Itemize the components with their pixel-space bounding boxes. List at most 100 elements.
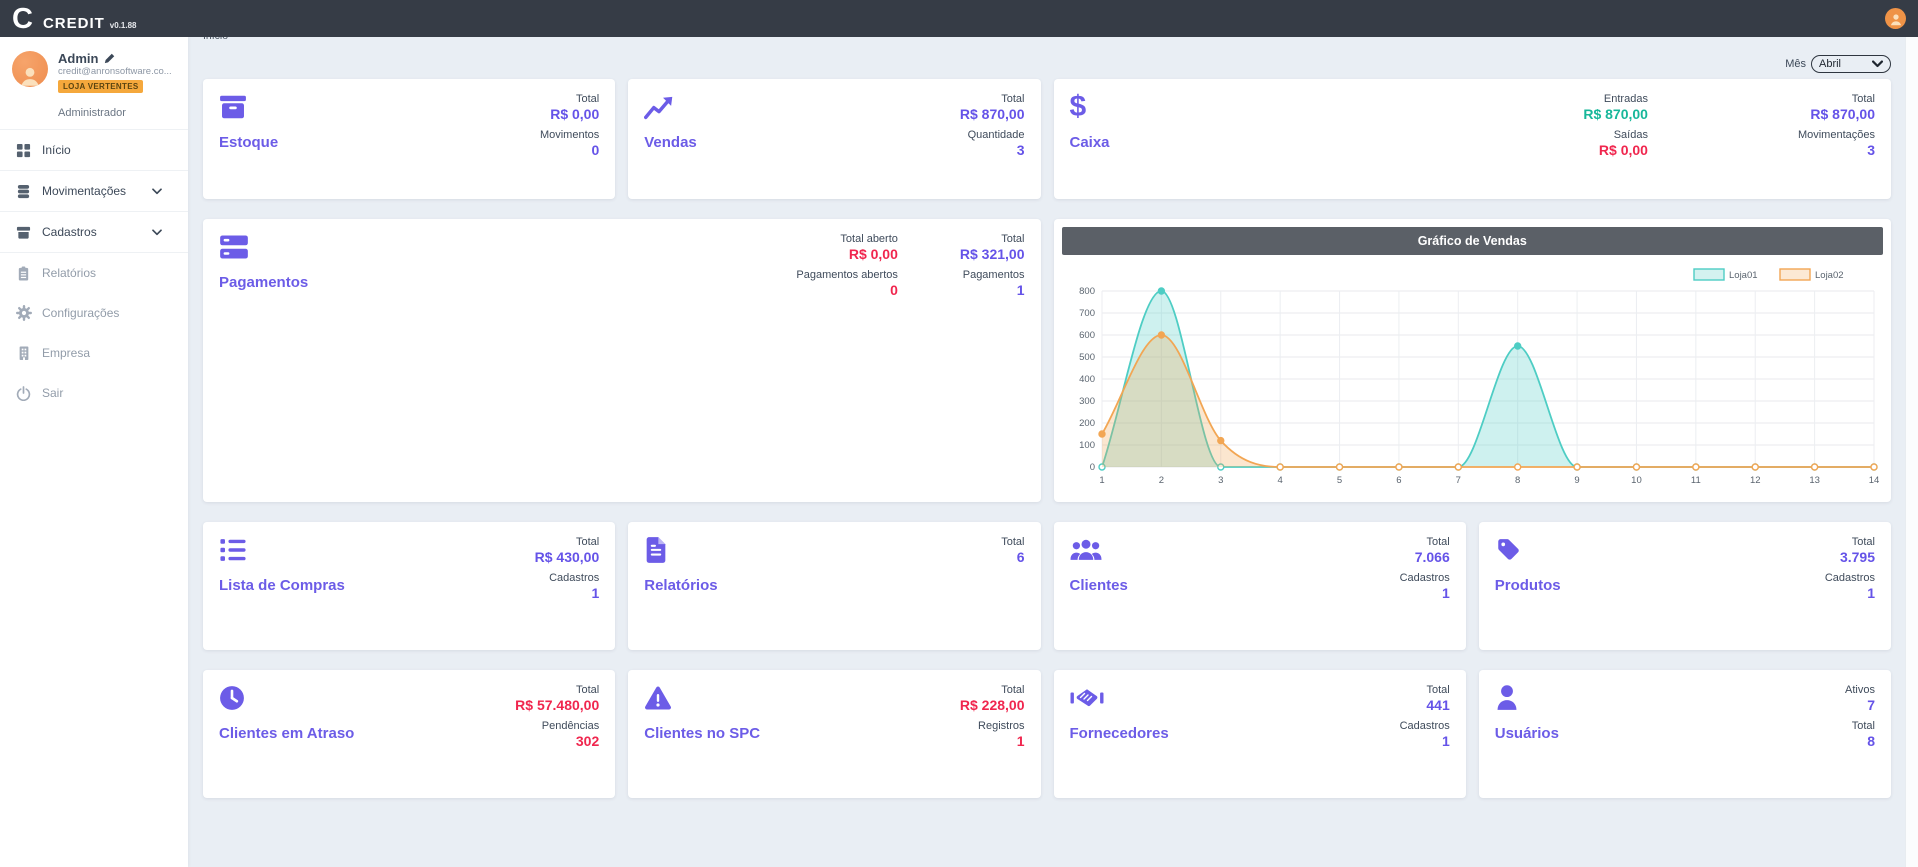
card-clientes[interactable]: Clientes Total 7.066 Cadastros 1 — [1054, 522, 1466, 650]
svg-text:0: 0 — [1089, 462, 1094, 473]
card-pagamentos[interactable]: Pagamentos Total aberto R$ 0,00 Pagament… — [203, 219, 1041, 502]
stat: Quantidade 3 — [960, 129, 1025, 158]
stat-value: 441 — [1400, 697, 1450, 713]
month-select-value: Abril — [1819, 58, 1841, 70]
stat-value: 302 — [515, 733, 599, 749]
store-badge: LOJA VERTENTES — [58, 80, 143, 93]
stat: Total R$ 57.480,00 — [515, 684, 599, 713]
stat: Total R$ 870,00 — [960, 93, 1025, 122]
card-usuarios[interactable]: Usuários Ativos 7 Total 8 — [1479, 670, 1891, 798]
card-produtos[interactable]: Produtos Total 3.795 Cadastros 1 — [1479, 522, 1891, 650]
stat-label: Total — [960, 684, 1025, 696]
card-relatorios[interactable]: Relatórios Total 6 — [628, 522, 1040, 650]
stat: Total R$ 870,00 — [1798, 93, 1875, 122]
card-grafico-vendas: Gráfico de Vendas 0100200300400500600700… — [1054, 219, 1892, 502]
month-filter-row: Mês Abril — [203, 55, 1891, 73]
svg-text:4: 4 — [1277, 475, 1282, 486]
stat-value: 3.795 — [1825, 549, 1875, 565]
brand-name: CREDIT — [43, 15, 105, 32]
card-caixa[interactable]: $ Caixa Entradas R$ 870,00 Saídas R$ 0,0… — [1054, 79, 1892, 199]
stat-label: Ativos — [1845, 684, 1875, 696]
stat-label: Saídas — [1583, 129, 1648, 141]
stat: Total 7.066 — [1400, 536, 1450, 565]
card-vendas[interactable]: Vendas Total R$ 870,00 Quantidade 3 — [628, 79, 1040, 199]
archive-icon — [15, 225, 32, 240]
stat-value: 7.066 — [1400, 549, 1450, 565]
stat: Total 3.795 — [1825, 536, 1875, 565]
sidebar-item-movimentacoes[interactable]: Movimentações — [0, 171, 188, 211]
sidebar-item-label: Movimentações — [42, 184, 126, 198]
sidebar-item-sair[interactable]: Sair — [0, 373, 188, 413]
chevron-down-icon — [1872, 60, 1883, 68]
stat-value: R$ 430,00 — [535, 549, 600, 565]
stat-label: Pagamentos abertos — [796, 269, 898, 281]
sidebar-item-inicio[interactable]: Início — [0, 130, 188, 170]
svg-text:9: 9 — [1574, 475, 1579, 486]
app-logo[interactable]: C CREDIT v0.1.88 — [12, 4, 137, 34]
scrollbar[interactable] — [1905, 37, 1918, 867]
sales-chart-svg: 0100200300400500600700800123456789101112… — [1066, 257, 1886, 495]
card-estoque[interactable]: Estoque Total R$ 0,00 Movimentos 0 — [203, 79, 615, 199]
dollar-icon: $ — [1070, 93, 1087, 121]
svg-text:Loja02: Loja02 — [1815, 270, 1844, 281]
svg-text:2: 2 — [1158, 475, 1163, 486]
sidebar-item-label: Empresa — [42, 346, 90, 360]
svg-text:200: 200 — [1079, 418, 1095, 429]
user-avatar[interactable] — [1885, 8, 1906, 29]
stat-label: Total — [1400, 684, 1450, 696]
stat-value: 8 — [1845, 733, 1875, 749]
svg-text:8: 8 — [1515, 475, 1520, 486]
stat-label: Total — [1001, 536, 1024, 548]
stat-value: R$ 870,00 — [960, 106, 1025, 122]
person-icon — [1889, 12, 1903, 26]
card-clientes-em-atraso[interactable]: Clientes em Atraso Total R$ 57.480,00 Pe… — [203, 670, 615, 798]
chart-up-icon — [644, 93, 674, 121]
svg-text:400: 400 — [1079, 374, 1095, 385]
building-icon — [15, 345, 32, 361]
sidebar-item-configuracoes[interactable]: Configurações — [0, 293, 188, 333]
sidebar-item-relatorios[interactable]: Relatórios — [0, 253, 188, 293]
stat: Registros 1 — [960, 720, 1025, 749]
svg-text:100: 100 — [1079, 440, 1095, 451]
stat-value: 1 — [960, 733, 1025, 749]
stat: Cadastros 1 — [535, 572, 600, 601]
card-clientes-no-spc[interactable]: Clientes no SPC Total R$ 228,00 Registro… — [628, 670, 1040, 798]
profile-email: credit@anronsoftware.co... — [58, 66, 176, 77]
svg-text:500: 500 — [1079, 352, 1095, 363]
edit-pencil-icon[interactable] — [104, 53, 115, 64]
stat-value: 3 — [960, 142, 1025, 158]
stat-value: R$ 228,00 — [960, 697, 1025, 713]
stat-label: Cadastros — [1400, 720, 1450, 732]
sidebar-item-cadastros[interactable]: Cadastros — [0, 212, 188, 252]
stat-label: Movimentos — [540, 129, 599, 141]
file-icon — [644, 536, 668, 564]
card-title: Clientes em Atraso — [219, 725, 354, 742]
stat-label: Registros — [960, 720, 1025, 732]
stat: Ativos 7 — [1845, 684, 1875, 713]
card-fornecedores[interactable]: Fornecedores Total 441 Cadastros 1 — [1054, 670, 1466, 798]
month-select[interactable]: Abril — [1811, 55, 1891, 73]
stat-value: 3 — [1798, 142, 1875, 158]
svg-text:11: 11 — [1690, 475, 1700, 486]
stat-value: 6 — [1001, 549, 1024, 565]
sidebar-item-empresa[interactable]: Empresa — [0, 333, 188, 373]
sidebar-item-label: Sair — [42, 386, 63, 400]
stat-value: 1 — [1400, 585, 1450, 601]
svg-text:10: 10 — [1631, 475, 1642, 486]
profile-block: Admin credit@anronsoftware.co... LOJA VE… — [0, 37, 188, 103]
card-title: Vendas — [644, 134, 697, 151]
card-lista-de-compras[interactable]: Lista de Compras Total R$ 430,00 Cadastr… — [203, 522, 615, 650]
stat: Entradas R$ 870,00 — [1583, 93, 1648, 122]
profile-avatar[interactable] — [12, 51, 48, 87]
clock-icon — [219, 684, 245, 712]
stat: Cadastros 1 — [1825, 572, 1875, 601]
stat-value: R$ 870,00 — [1798, 106, 1875, 122]
box-icon — [219, 93, 247, 121]
stat-value: R$ 870,00 — [1583, 106, 1648, 122]
stat-label: Pagamentos — [960, 269, 1025, 281]
topbar: C CREDIT v0.1.88 — [0, 0, 1918, 37]
stat-label: Total — [1400, 536, 1450, 548]
svg-text:1: 1 — [1099, 475, 1104, 486]
svg-text:300: 300 — [1079, 396, 1095, 407]
sales-chart[interactable]: 0100200300400500600700800123456789101112… — [1062, 255, 1884, 500]
